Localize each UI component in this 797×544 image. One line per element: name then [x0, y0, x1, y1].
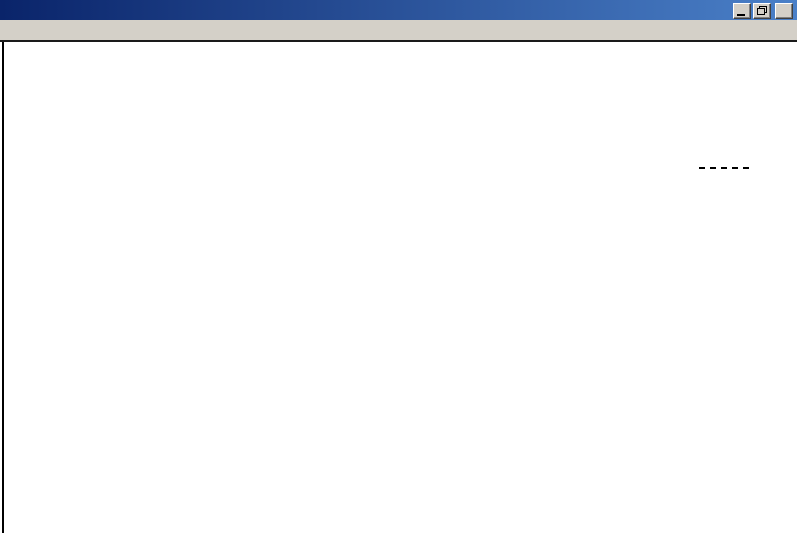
menu-ventana[interactable]: [70, 28, 84, 32]
menu-bar: [0, 20, 797, 42]
menu-almacenamiento[interactable]: [42, 28, 56, 32]
restore-button[interactable]: [753, 3, 771, 19]
minimize-icon: [737, 14, 745, 16]
menu-hidrometria[interactable]: [28, 28, 42, 32]
chart-plot: [0, 42, 797, 544]
chart-legend: [699, 164, 749, 173]
content-area: [0, 42, 797, 544]
menu-catalogo[interactable]: [14, 28, 28, 32]
legend-promedio-line: [699, 167, 749, 169]
menu-seguridad[interactable]: [56, 28, 70, 32]
title-bar: [0, 0, 797, 20]
app-window: { "window": { "title": "Sistema de Infor…: [0, 0, 797, 544]
window-controls: [733, 3, 793, 19]
close-button[interactable]: [775, 3, 793, 19]
menu-archivo[interactable]: [0, 28, 14, 32]
minimize-button[interactable]: [733, 3, 751, 19]
